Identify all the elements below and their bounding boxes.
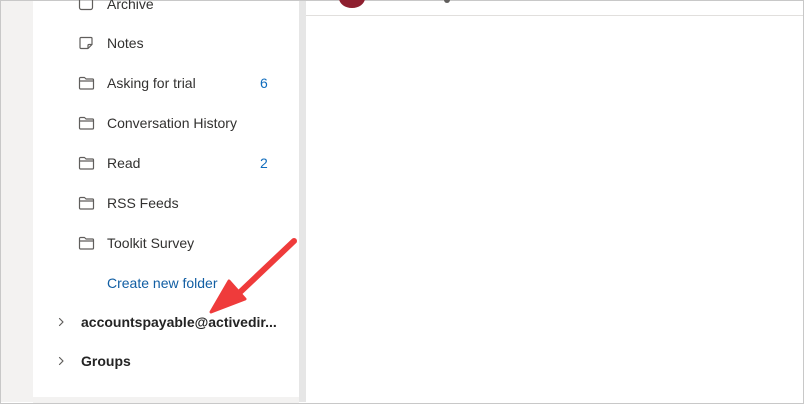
folder-item-notes[interactable]: Notes	[78, 29, 278, 57]
folder-label: Conversation History	[107, 115, 237, 131]
folder-icon	[78, 115, 96, 131]
unread-count-badge: 6	[260, 75, 268, 91]
account-label: accountspayable@activedir...	[81, 314, 277, 330]
message-list-divider	[306, 15, 803, 16]
archive-icon	[78, 0, 96, 12]
folder-item-toolkit-survey[interactable]: Toolkit Survey	[78, 229, 278, 257]
folder-label: Notes	[107, 35, 144, 51]
chevron-right-icon[interactable]	[56, 355, 68, 367]
unread-count-badge: 2	[260, 155, 268, 171]
note-icon	[78, 35, 96, 51]
folder-item-read[interactable]: Read 2	[78, 149, 278, 177]
folder-item-asking-for-trial[interactable]: Asking for trial 6	[78, 69, 278, 97]
folder-label: Read	[107, 155, 141, 171]
groups-label: Groups	[81, 353, 131, 369]
folder-icon	[78, 155, 96, 171]
folder-label: Asking for trial	[107, 75, 196, 91]
folder-item-archive[interactable]: Archive	[78, 0, 278, 18]
message-pane	[306, 1, 803, 402]
left-rail	[1, 1, 33, 402]
folder-label: Archive	[107, 0, 154, 12]
folder-icon	[78, 75, 96, 91]
folder-label: Toolkit Survey	[107, 235, 195, 251]
groups-row[interactable]: Groups	[56, 349, 131, 373]
folder-icon	[78, 235, 96, 251]
folder-item-conversation-history[interactable]: Conversation History	[78, 109, 278, 137]
folder-pane-scrollbar[interactable]	[299, 1, 306, 402]
folder-label: RSS Feeds	[107, 195, 179, 211]
folder-item-rss-feeds[interactable]: RSS Feeds	[78, 189, 278, 217]
account-group-row[interactable]: accountspayable@activedir...	[56, 310, 277, 334]
folder-pane-footer	[33, 397, 299, 403]
chevron-right-icon[interactable]	[56, 316, 68, 328]
create-new-folder-link[interactable]: Create new folder	[107, 275, 218, 291]
folder-icon	[78, 195, 96, 211]
